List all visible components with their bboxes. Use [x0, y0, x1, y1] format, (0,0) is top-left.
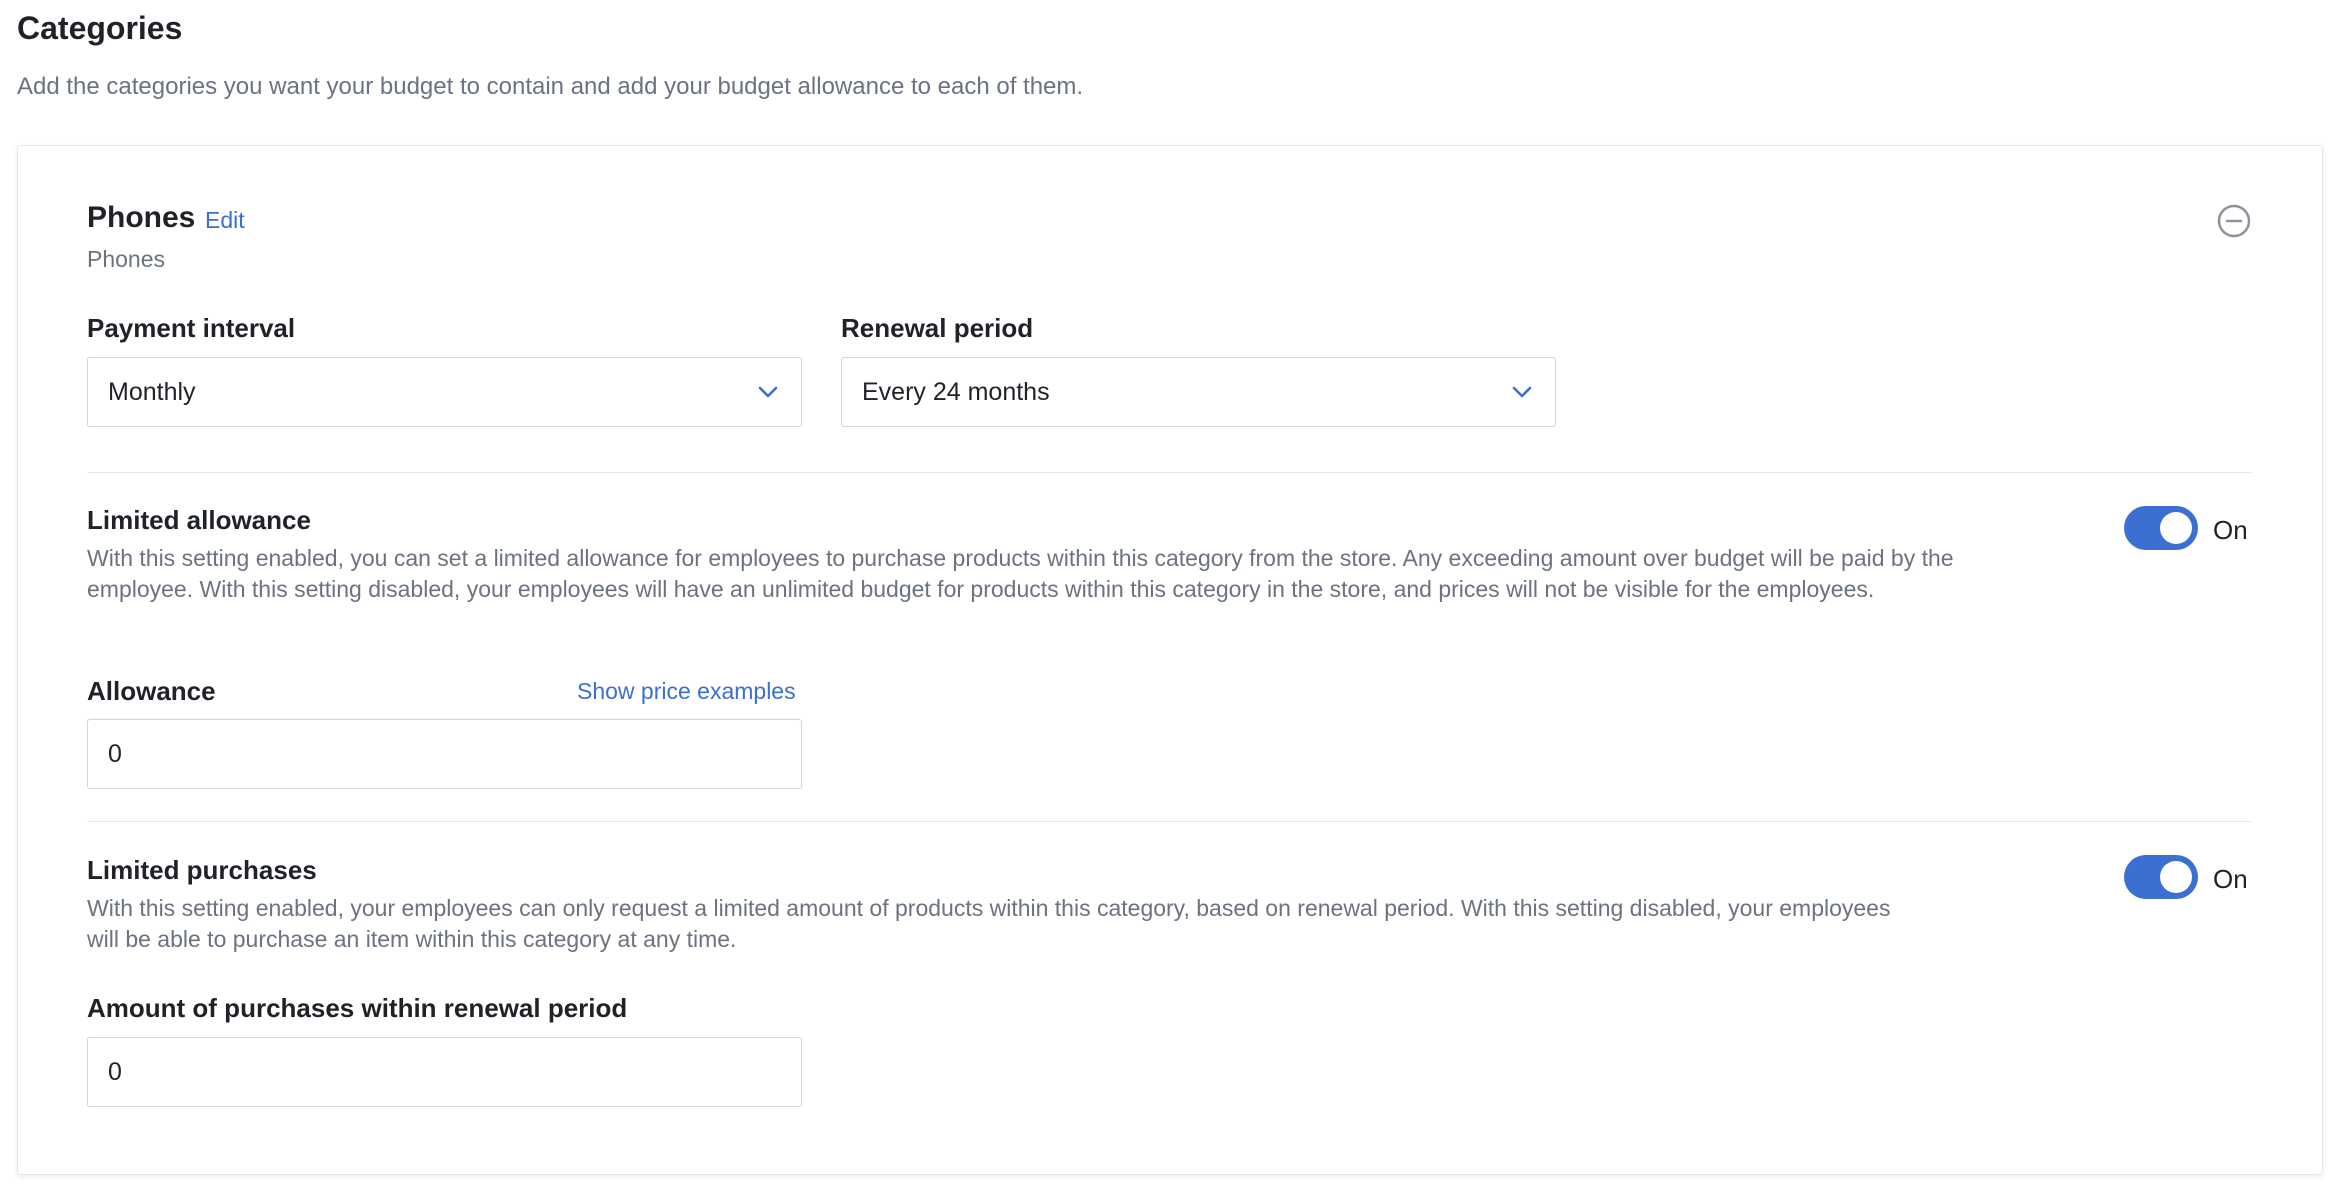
category-subtitle: Phones	[87, 246, 166, 272]
limited-purchases-title: Limited purchases	[87, 855, 317, 885]
chevron-down-icon	[1512, 386, 1532, 398]
toggle-knob	[2160, 861, 2192, 893]
allowance-label: Allowance	[87, 676, 216, 706]
toggle-knob	[2160, 512, 2192, 544]
amount-of-purchases-label: Amount of purchases within renewal perio…	[87, 993, 628, 1023]
chevron-down-icon	[758, 386, 778, 398]
allowance-input[interactable]	[87, 719, 802, 789]
limited-purchases-toggle-label: On	[2213, 864, 2248, 894]
payment-interval-value: Monthly	[108, 377, 196, 406]
amount-of-purchases-input[interactable]	[87, 1037, 802, 1107]
limited-purchases-description: With this setting enabled, your employee…	[87, 895, 1891, 952]
renewal-period-value: Every 24 months	[862, 377, 1050, 406]
limited-allowance-toggle[interactable]	[2124, 506, 2198, 550]
payment-interval-label: Payment interval	[87, 313, 296, 343]
payment-interval-select[interactable]: Monthly	[87, 357, 802, 427]
section-divider	[87, 472, 2252, 473]
minus-circle-icon	[2217, 204, 2251, 238]
limited-allowance-toggle-label: On	[2213, 515, 2248, 545]
show-price-examples-link[interactable]: Show price examples	[577, 675, 796, 707]
limited-allowance-description: With this setting enabled, you can set a…	[87, 545, 1954, 602]
section-divider	[87, 821, 2252, 822]
remove-category-button[interactable]	[2217, 204, 2251, 238]
renewal-period-select[interactable]: Every 24 months	[841, 357, 1556, 427]
page-title: Categories	[17, 10, 183, 46]
limited-allowance-title: Limited allowance	[87, 505, 311, 535]
edit-category-link[interactable]: Edit	[205, 204, 245, 236]
renewal-period-label: Renewal period	[841, 313, 1034, 343]
page-description: Add the categories you want your budget …	[17, 73, 1084, 100]
limited-purchases-toggle[interactable]	[2124, 855, 2198, 899]
category-name: Phones	[87, 201, 196, 234]
